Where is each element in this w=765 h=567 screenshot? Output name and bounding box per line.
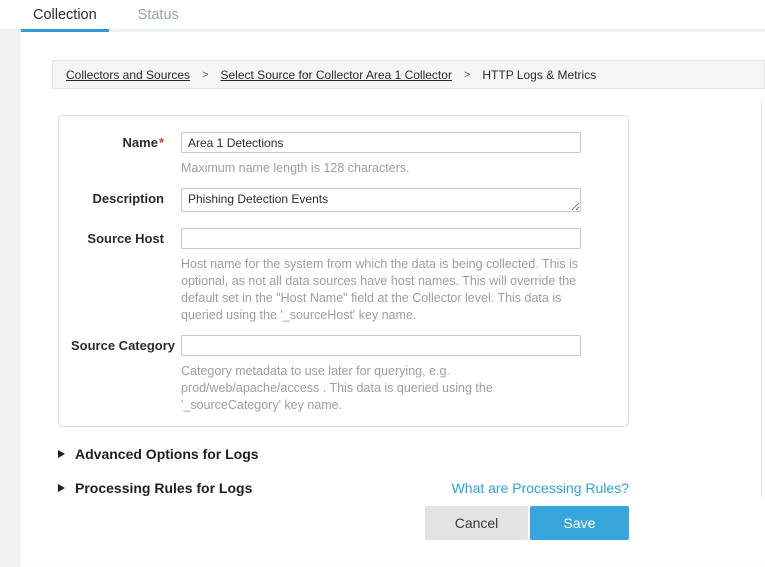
tab-status-label: Status — [138, 7, 179, 23]
source-config-page: Collection Status Collectors and Sources… — [0, 0, 765, 567]
left-gutter — [0, 32, 19, 567]
description-textarea[interactable]: Phishing Detection Events — [181, 188, 581, 212]
advanced-options-toggle[interactable]: Advanced Options for Logs — [58, 446, 259, 462]
source-category-input[interactable] — [181, 335, 581, 356]
panel-right-border — [761, 100, 762, 497]
field-row-source-category: Source Category Category metadata to use… — [71, 335, 628, 414]
source-host-hint: Host name for the system from which the … — [181, 256, 583, 324]
description-label: Description — [71, 188, 181, 217]
advanced-options-label: Advanced Options for Logs — [75, 446, 259, 462]
expand-arrow-icon — [58, 450, 65, 458]
tab-collection-label: Collection — [33, 7, 97, 23]
tab-bar: Collection Status — [0, 0, 765, 32]
tab-collection[interactable]: Collection — [21, 0, 109, 32]
field-row-name: Name* Maximum name length is 128 charact… — [71, 132, 628, 177]
name-hint: Maximum name length is 128 characters. — [181, 160, 583, 177]
source-category-label: Source Category — [71, 335, 181, 414]
required-asterisk: * — [159, 135, 164, 150]
main-content: Collectors and Sources > Select Source f… — [19, 32, 765, 567]
source-host-input[interactable] — [181, 228, 581, 249]
field-row-description: Description Phishing Detection Events — [71, 188, 628, 217]
breadcrumb: Collectors and Sources > Select Source f… — [52, 60, 765, 89]
processing-rules-label: Processing Rules for Logs — [75, 480, 252, 496]
processing-rules-toggle[interactable]: Processing Rules for Logs — [58, 480, 252, 496]
breadcrumb-select-source[interactable]: Select Source for Collector Area 1 Colle… — [221, 68, 452, 82]
breadcrumb-separator: > — [464, 69, 470, 81]
field-row-source-host: Source Host Host name for the system fro… — [71, 228, 628, 324]
button-row: Cancel Save — [58, 506, 629, 540]
processing-rules-help-link[interactable]: What are Processing Rules? — [452, 480, 629, 496]
processing-rules-row: Processing Rules for Logs What are Proce… — [58, 480, 629, 495]
source-form-panel: Name* Maximum name length is 128 charact… — [58, 115, 629, 427]
name-label: Name* — [71, 132, 181, 177]
tab-status[interactable]: Status — [126, 0, 191, 32]
breadcrumb-current-page: HTTP Logs & Metrics — [482, 68, 596, 82]
page-body: Collectors and Sources > Select Source f… — [0, 32, 765, 567]
form-footer: Advanced Options for Logs Processing Rul… — [58, 446, 629, 540]
cancel-button[interactable]: Cancel — [425, 506, 528, 540]
source-category-hint: Category metadata to use later for query… — [181, 363, 583, 414]
expand-arrow-icon — [58, 484, 65, 492]
breadcrumb-separator: > — [202, 69, 208, 81]
breadcrumb-collectors-and-sources[interactable]: Collectors and Sources — [66, 68, 190, 82]
name-input[interactable] — [181, 132, 581, 153]
save-button[interactable]: Save — [530, 506, 629, 540]
advanced-options-row: Advanced Options for Logs — [58, 446, 629, 461]
source-host-label: Source Host — [71, 228, 181, 324]
